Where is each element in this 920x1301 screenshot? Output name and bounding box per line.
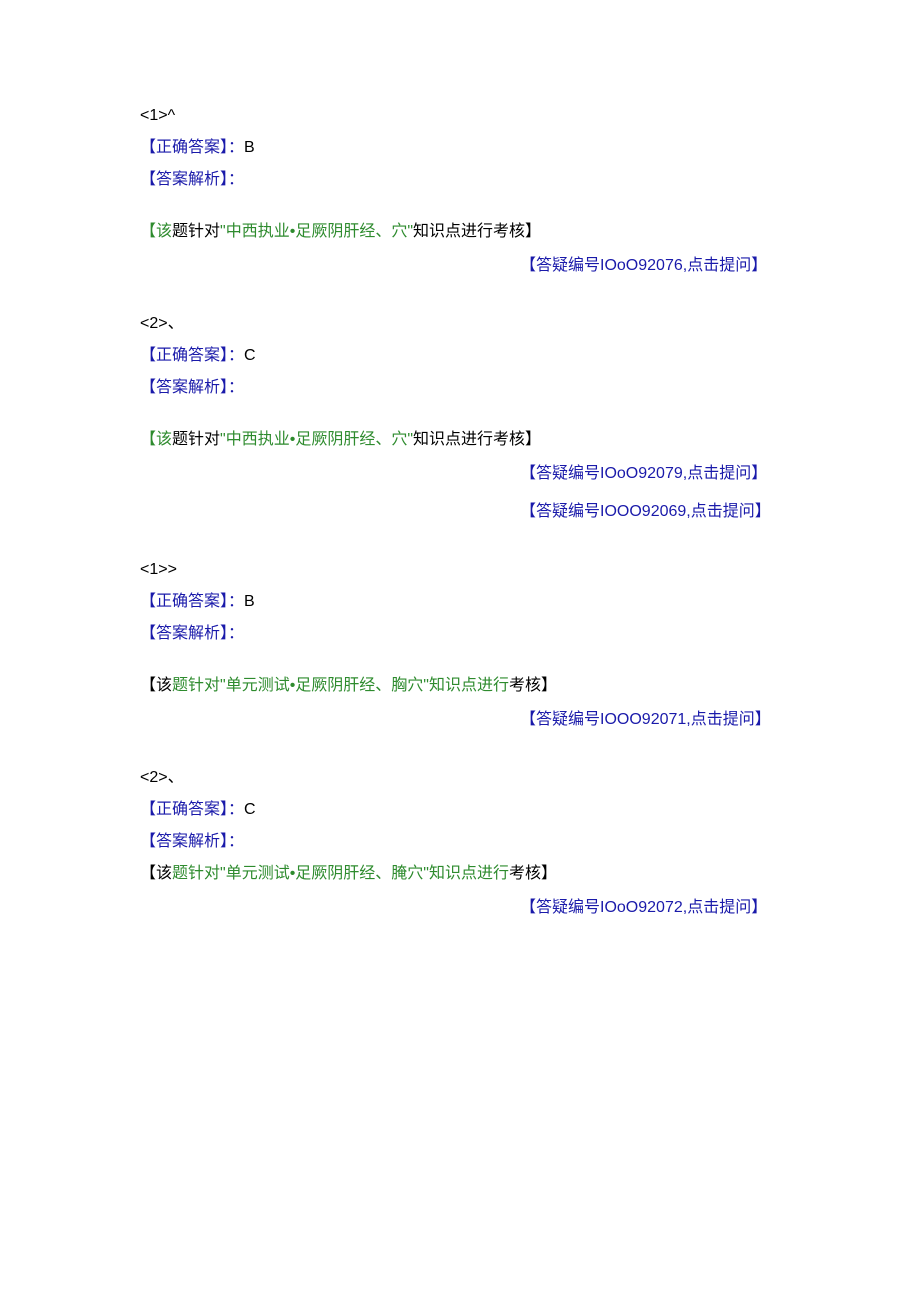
note-c: "中西执业•足厥阴肝经、穴" — [220, 431, 413, 448]
note-b: 题针对 — [172, 431, 220, 448]
ask-line-extra[interactable]: 【答疑编号IOOO92069,点击提问】 — [520, 496, 780, 528]
document-page: <1>^ 【正确答案】：B 【答案解析】： 【该题针对"中西执业•足厥阴肝经、穴… — [0, 0, 920, 1301]
note-b: 题针对"单元测试•足厥阴肝经、腌穴"知识点进行 — [172, 865, 509, 882]
correct-label: 【正确答案】： — [140, 593, 244, 610]
note-line: 【该题针对"中西执业•足厥阴肝经、穴"知识点进行考核】 — [140, 216, 780, 248]
note-line: 【该题针对"中西执业•足厥阴肝经、穴"知识点进行考核】 — [140, 424, 780, 456]
analysis-line: 【答案解析】： — [140, 826, 780, 858]
correct-value: B — [244, 139, 255, 156]
note-c: "中西执业•足厥阴肝经、穴" — [220, 223, 413, 240]
analysis-line: 【答案解析】： — [140, 618, 780, 650]
ask-line[interactable]: 【答疑编号IOoO92076,点击提问】 — [520, 250, 780, 282]
analysis-label: 【答案解析】： — [140, 379, 244, 396]
ask-b: IOoO92072, — [600, 899, 687, 916]
analysis-label: 【答案解析】： — [140, 171, 244, 188]
q-num: <1>^ — [140, 107, 175, 124]
note-c: 考核】 — [509, 677, 557, 694]
question-number: <2>、 — [140, 762, 780, 794]
ask-b: IOoO92079, — [600, 465, 687, 482]
correct-answer-line: 【正确答案】：C — [140, 340, 780, 372]
note-a: 【该 — [140, 223, 172, 240]
note-a: 【该 — [140, 677, 172, 694]
analysis-label: 【答案解析】： — [140, 833, 244, 850]
note-d: 知识点进行考核】 — [413, 223, 541, 240]
ask-line[interactable]: 【答疑编号IOoO92072,点击提问】 — [520, 892, 780, 924]
note-d: 知识点进行考核】 — [413, 431, 541, 448]
correct-label: 【正确答案】： — [140, 347, 244, 364]
ask-a: 【答疑编号 — [520, 899, 600, 916]
note-line: 【该题针对"单元测试•足厥阴肝经、胸穴"知识点进行考核】 — [140, 670, 780, 702]
ask-line[interactable]: 【答疑编号IOoO92079,点击提问】 — [520, 458, 780, 490]
q-num: <1>> — [140, 561, 177, 578]
question-number: <2>、 — [140, 308, 780, 340]
ask-b: IOoO92076, — [600, 257, 687, 274]
ask-a: 【答疑编号 — [520, 711, 600, 728]
correct-label: 【正确答案】： — [140, 139, 244, 156]
correct-value: C — [244, 801, 256, 818]
note-b: 题针对"单元测试•足厥阴肝经、胸穴"知识点进行 — [172, 677, 509, 694]
ask-a: 【答疑编号 — [520, 257, 600, 274]
correct-answer-line: 【正确答案】：B — [140, 132, 780, 164]
ask-a: 【答疑编号 — [520, 465, 600, 482]
note-a: 【该 — [140, 431, 172, 448]
ask-c: 点击提问】 — [687, 257, 767, 274]
analysis-label: 【答案解析】： — [140, 625, 244, 642]
correct-answer-line: 【正确答案】：B — [140, 586, 780, 618]
question-number: <1>> — [140, 554, 780, 586]
correct-answer-line: 【正确答案】：C — [140, 794, 780, 826]
ask-c: 点击提问】 — [687, 465, 767, 482]
ask-b: IOOO92069, — [600, 503, 691, 520]
ask-c: 点击提问】 — [691, 711, 771, 728]
note-b: 题针对 — [172, 223, 220, 240]
correct-label: 【正确答案】： — [140, 801, 244, 818]
correct-value: C — [244, 347, 256, 364]
q-num: <2>、 — [140, 315, 184, 332]
analysis-line: 【答案解析】： — [140, 164, 780, 196]
ask-b: IOOO92071, — [600, 711, 691, 728]
q-num: <2>、 — [140, 769, 184, 786]
ask-c: 点击提问】 — [691, 503, 771, 520]
ask-line[interactable]: 【答疑编号IOOO92071,点击提问】 — [520, 704, 780, 736]
question-number: <1>^ — [140, 100, 780, 132]
correct-value: B — [244, 593, 255, 610]
note-line: 【该题针对"单元测试•足厥阴肝经、腌穴"知识点进行考核】 — [140, 858, 780, 890]
ask-c: 点击提问】 — [687, 899, 767, 916]
note-c: 考核】 — [509, 865, 557, 882]
analysis-line: 【答案解析】： — [140, 372, 780, 404]
ask-a: 【答疑编号 — [520, 503, 600, 520]
note-a: 【该 — [140, 865, 172, 882]
